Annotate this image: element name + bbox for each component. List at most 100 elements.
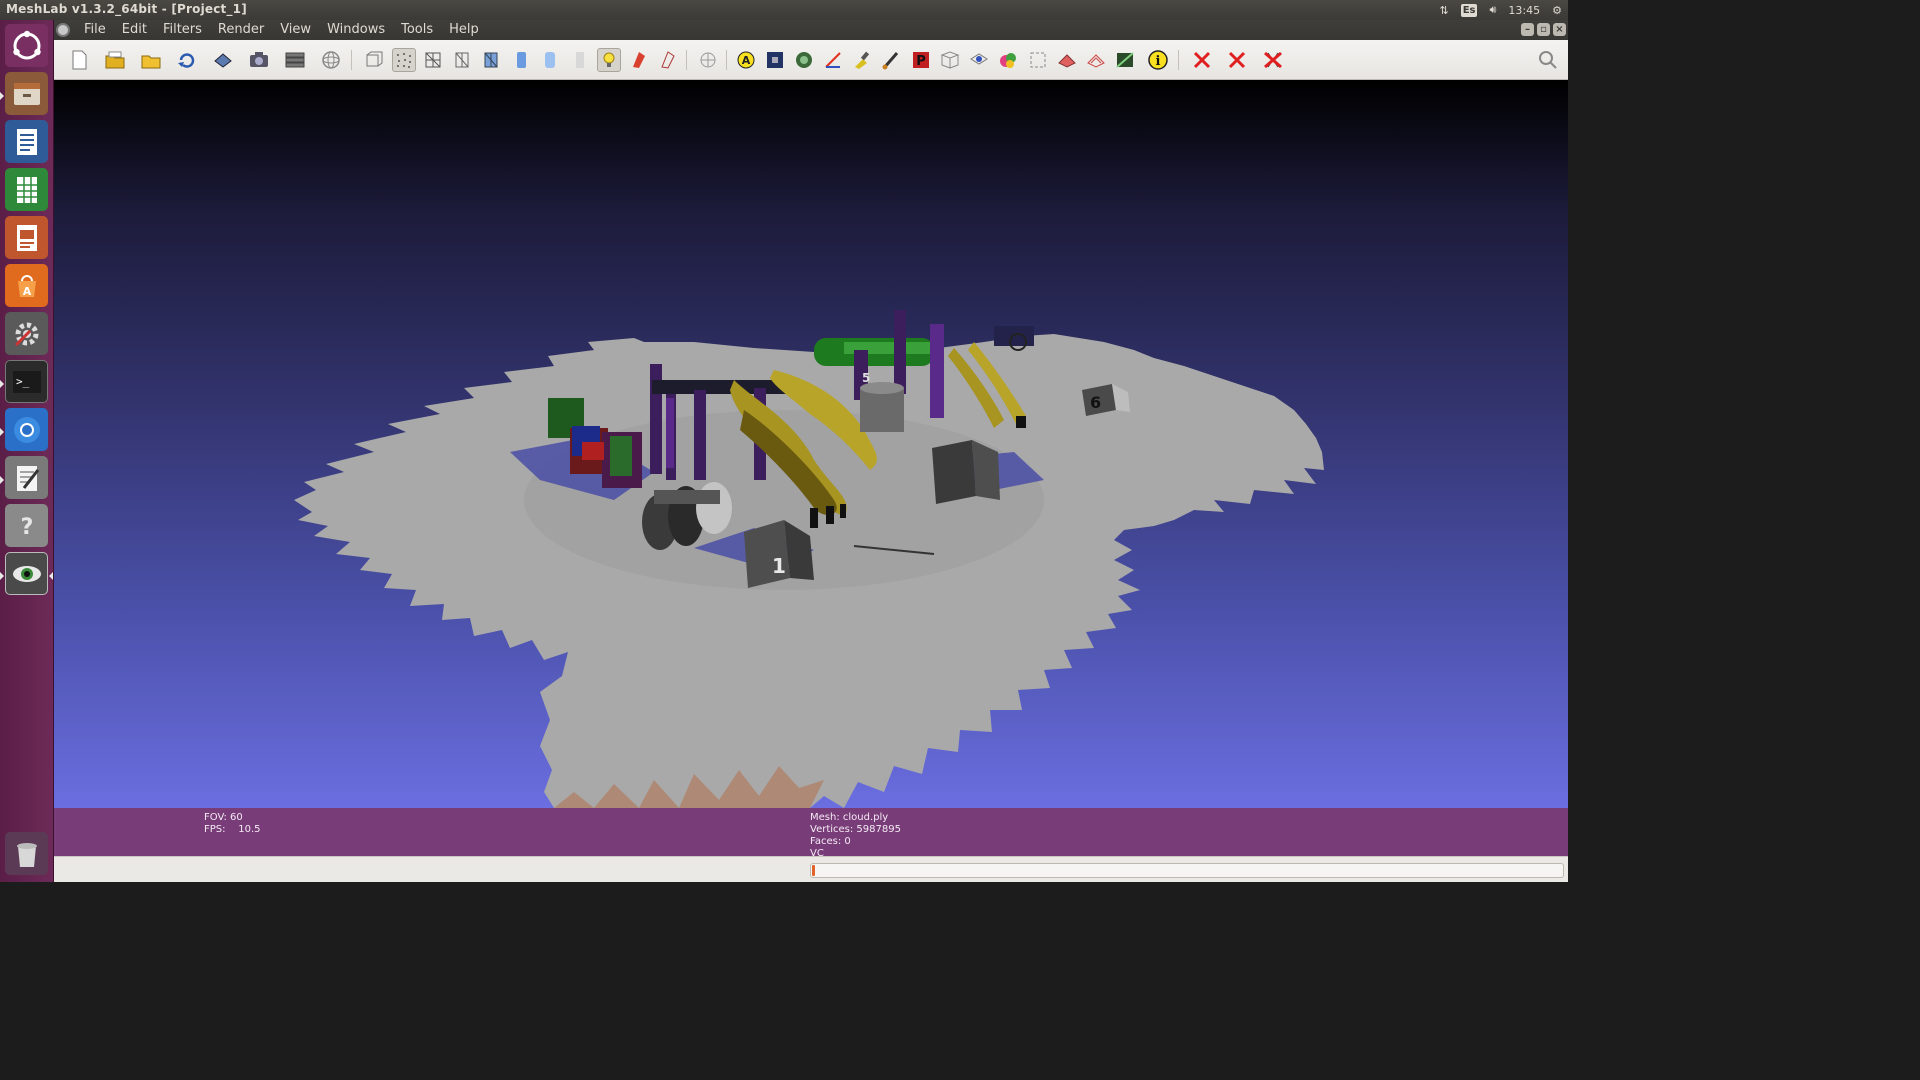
toolbar-separator xyxy=(726,50,727,70)
ubuntu-dash-icon[interactable] xyxy=(5,24,48,67)
menu-file[interactable]: File xyxy=(76,22,114,37)
vertices-count: Vertices: 5987895 xyxy=(810,824,901,835)
bounding-box-icon[interactable] xyxy=(362,48,386,72)
meshlab-icon[interactable] xyxy=(5,552,48,595)
faces-count: Faces: 0 xyxy=(810,836,851,847)
close-button[interactable]: × xyxy=(1553,23,1566,36)
search-icon[interactable] xyxy=(1536,48,1560,72)
svg-text:?: ? xyxy=(20,515,33,540)
pickpoints-icon[interactable]: P xyxy=(909,48,933,72)
volume-icon[interactable]: 🔊︎ xyxy=(1489,3,1496,17)
3d-viewport[interactable]: 1 5 6 xyxy=(54,80,1568,808)
reload-icon[interactable] xyxy=(175,48,199,72)
running-indicator xyxy=(0,572,4,580)
menu-windows[interactable]: Windows xyxy=(319,22,393,37)
snapshot-icon[interactable] xyxy=(247,48,271,72)
morph-icon[interactable] xyxy=(1055,48,1079,72)
save-snapshot-icon[interactable] xyxy=(211,48,235,72)
libreoffice-writer-icon[interactable] xyxy=(5,120,48,163)
menu-edit[interactable]: Edit xyxy=(114,22,155,37)
software-center-icon[interactable]: A xyxy=(5,264,48,307)
files-icon[interactable] xyxy=(5,72,48,115)
marker-6-label: 6 xyxy=(1090,393,1101,412)
restore-button[interactable]: ▫ xyxy=(1537,23,1550,36)
quality-icon[interactable] xyxy=(1113,48,1137,72)
chromium-icon[interactable] xyxy=(5,408,48,451)
select-connected-icon[interactable] xyxy=(967,48,991,72)
layers-icon[interactable] xyxy=(283,48,307,72)
progress-bar xyxy=(810,863,1564,878)
open-project-icon[interactable] xyxy=(103,48,127,72)
window-controls: – ▫ × xyxy=(1521,23,1566,36)
running-indicator xyxy=(0,476,4,484)
mesh-name: Mesh: cloud.ply xyxy=(810,812,889,823)
zbrush-icon[interactable] xyxy=(996,48,1020,72)
measure-icon[interactable] xyxy=(821,48,845,72)
marker-1-label: 1 xyxy=(772,554,786,578)
smooth-icon[interactable] xyxy=(538,48,562,72)
point-cloud-scene[interactable]: 1 5 6 xyxy=(54,80,1568,808)
menu-tools[interactable]: Tools xyxy=(393,22,441,37)
select-vertices-icon[interactable] xyxy=(763,48,787,72)
svg-text:A: A xyxy=(742,54,751,67)
hidden-lines-icon[interactable] xyxy=(450,48,474,72)
session-gear-icon[interactable]: ⚙ xyxy=(1552,4,1562,17)
text-editor-icon[interactable] xyxy=(5,456,48,499)
toolbar-separator xyxy=(351,50,352,70)
view-info: FOV: 60 FPS: 10.5 xyxy=(204,812,260,836)
paint-icon[interactable] xyxy=(850,48,874,72)
delete-vertices-icon[interactable] xyxy=(1190,48,1214,72)
terminal-icon[interactable]: >_ xyxy=(5,360,48,403)
progress-fill xyxy=(812,865,815,876)
system-settings-icon[interactable] xyxy=(5,312,48,355)
toolbar-separator xyxy=(686,50,687,70)
flat-lines-icon[interactable] xyxy=(479,48,503,72)
flat-icon[interactable] xyxy=(509,48,533,72)
fill-icon[interactable] xyxy=(1084,48,1108,72)
points-icon[interactable] xyxy=(392,48,416,72)
window-title: MeshLab v1.3.2_64bit - [Project_1] xyxy=(6,2,247,16)
libreoffice-impress-icon[interactable] xyxy=(5,216,48,259)
manipulator-icon[interactable] xyxy=(938,48,962,72)
running-indicator xyxy=(0,380,4,388)
libreoffice-calc-icon[interactable] xyxy=(5,168,48,211)
select-faces-icon[interactable] xyxy=(792,48,816,72)
menu-filters[interactable]: Filters xyxy=(155,22,210,37)
reference-icon[interactable] xyxy=(1026,48,1050,72)
toolbar-separator xyxy=(1178,50,1179,70)
trackball-icon[interactable] xyxy=(319,48,343,72)
unity-launcher: A >_ ? xyxy=(0,20,54,882)
delete-selection-icon[interactable] xyxy=(1261,48,1285,72)
menu-help[interactable]: Help xyxy=(441,22,487,37)
network-transfer-icon[interactable]: ⇅ xyxy=(1439,4,1448,17)
svg-text:>_: >_ xyxy=(16,375,30,388)
menu-view[interactable]: View xyxy=(272,22,319,37)
brush-icon[interactable] xyxy=(879,48,903,72)
clock[interactable]: 13:45 xyxy=(1508,4,1540,17)
trash-icon[interactable] xyxy=(5,832,48,875)
wireframe-icon[interactable] xyxy=(421,48,445,72)
texture-icon[interactable] xyxy=(568,48,592,72)
running-indicator xyxy=(0,428,4,436)
focused-indicator xyxy=(49,572,53,580)
fov-readout: FOV: 60 xyxy=(204,812,243,823)
new-project-icon[interactable] xyxy=(67,48,91,72)
menu-render[interactable]: Render xyxy=(210,22,272,37)
svg-text:i: i xyxy=(1156,54,1161,69)
marker-5-label: 5 xyxy=(862,371,870,385)
delete-faces-icon[interactable] xyxy=(1225,48,1249,72)
help-icon[interactable]: ? xyxy=(5,504,48,547)
double-light-icon[interactable] xyxy=(627,48,651,72)
align-icon[interactable]: A xyxy=(734,48,758,72)
keyboard-layout-indicator[interactable]: Es xyxy=(1460,3,1478,17)
toolbar: A P i xyxy=(54,40,1568,80)
minimize-button[interactable]: – xyxy=(1521,23,1534,36)
open-mesh-icon[interactable] xyxy=(139,48,163,72)
info-overlay: FOV: 60 FPS: 10.5 Mesh: cloud.ply Vertic… xyxy=(54,808,1568,859)
axis-icon[interactable] xyxy=(696,48,720,72)
black-box xyxy=(932,440,1000,504)
light-icon[interactable] xyxy=(597,48,621,72)
menu-bar: File Edit Filters Render View Windows To… xyxy=(54,20,1568,40)
info-icon[interactable]: i xyxy=(1146,48,1170,72)
backface-culling-icon[interactable] xyxy=(656,48,680,72)
